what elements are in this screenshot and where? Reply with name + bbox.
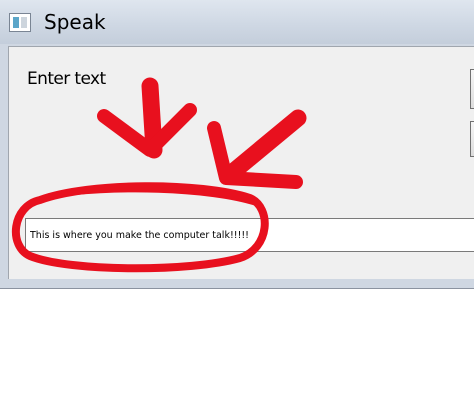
app-icon[interactable] <box>9 13 31 32</box>
client-area: Enter text <box>8 46 474 279</box>
app-icon-left-pane <box>13 17 19 28</box>
window-title: Speak <box>44 10 106 34</box>
side-button[interactable] <box>470 69 474 109</box>
speak-text-input[interactable] <box>25 218 474 252</box>
side-button[interactable] <box>470 121 474 157</box>
speak-window: Speak Enter text <box>0 0 474 289</box>
title-bar[interactable]: Speak <box>0 0 474 44</box>
enter-text-label: Enter text <box>27 69 106 89</box>
app-icon-right-pane <box>21 17 27 28</box>
